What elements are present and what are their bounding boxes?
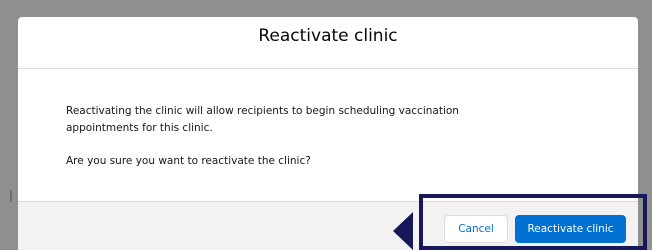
cancel-button[interactable]: Cancel (444, 215, 508, 243)
modal-body: Reactivating the clinic will allow recip… (18, 69, 638, 191)
left-pointing-triangle-icon (393, 212, 413, 250)
modal-confirm-question: Are you sure you want to reactivate the … (66, 155, 311, 167)
modal-header: Reactivate clinic (18, 17, 638, 69)
modal-body-text: Reactivating the clinic will allow recip… (66, 105, 459, 134)
reactivate-clinic-button[interactable]: Reactivate clinic (515, 215, 626, 243)
backdrop-edge-mark (10, 190, 12, 202)
modal-footer: Cancel Reactivate clinic (18, 201, 638, 250)
reactivate-clinic-modal: Reactivate clinic Reactivating the clini… (18, 17, 638, 250)
modal-title: Reactivate clinic (258, 26, 398, 47)
